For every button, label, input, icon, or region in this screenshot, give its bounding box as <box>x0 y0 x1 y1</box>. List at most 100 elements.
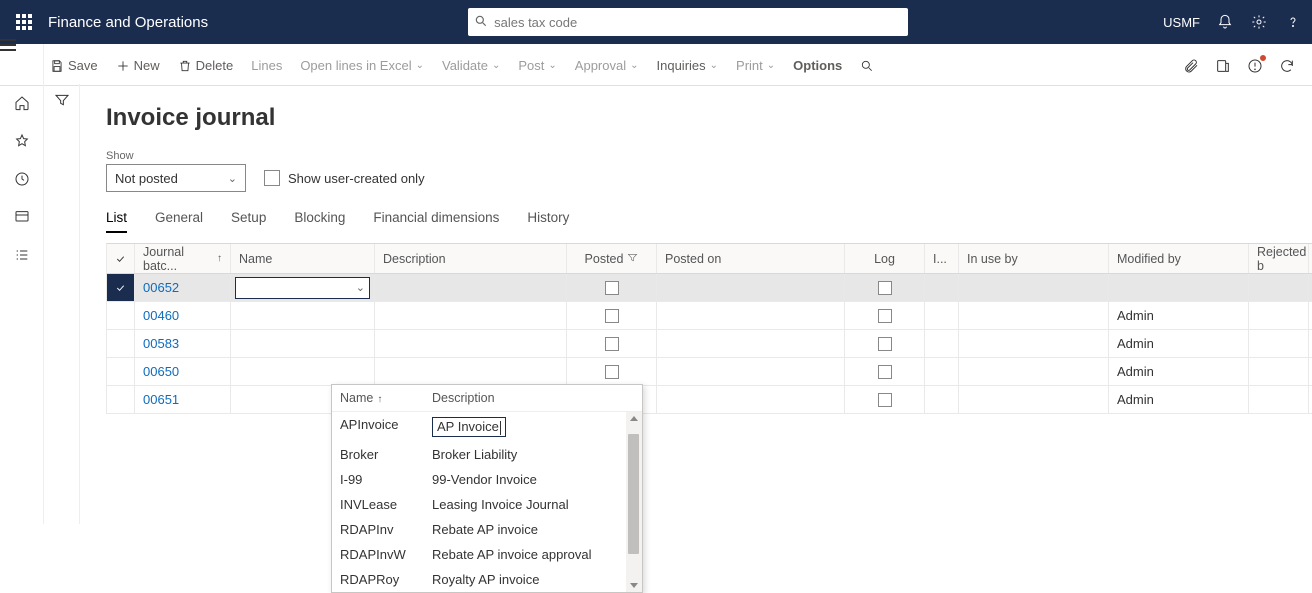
approval-button[interactable]: Approval⌄ <box>575 58 639 73</box>
lookup-scrollbar[interactable] <box>626 412 642 592</box>
cell-description[interactable] <box>375 302 567 329</box>
row-selector[interactable] <box>107 358 135 385</box>
validate-button[interactable]: Validate⌄ <box>442 58 500 73</box>
cell-name[interactable] <box>231 330 375 357</box>
col-rejected-by[interactable]: Rejected b <box>1249 244 1309 273</box>
cell-description[interactable] <box>375 330 567 357</box>
cell-in-use-by[interactable] <box>959 386 1109 413</box>
cell-modified-by[interactable] <box>1109 274 1249 301</box>
cell-name[interactable] <box>231 302 375 329</box>
post-button[interactable]: Post⌄ <box>518 58 556 73</box>
grid-row[interactable]: 00652 ⌄ <box>107 274 1312 302</box>
cell-rejected-by[interactable] <box>1249 302 1309 329</box>
cell-rejected-by[interactable] <box>1249 358 1309 385</box>
lookup-col-name[interactable]: Name↑ <box>340 391 432 405</box>
recent-icon[interactable] <box>13 170 31 188</box>
batch-link[interactable]: 00650 <box>143 364 179 379</box>
star-icon[interactable] <box>13 132 31 150</box>
lookup-option[interactable]: INVLease Leasing Invoice Journal <box>332 492 642 517</box>
cell-i[interactable] <box>925 358 959 385</box>
cell-log[interactable] <box>845 274 925 301</box>
tab-financial-dimensions[interactable]: Financial dimensions <box>373 210 499 233</box>
print-button[interactable]: Print⌄ <box>736 58 775 73</box>
col-journal-batch[interactable]: Journal batc...↑ <box>135 244 231 273</box>
cell-i[interactable] <box>925 386 959 413</box>
col-modified-by[interactable]: Modified by <box>1109 244 1249 273</box>
col-name[interactable]: Name <box>231 244 375 273</box>
col-description[interactable]: Description <box>375 244 567 273</box>
messages-icon[interactable] <box>1246 57 1264 75</box>
cell-posted[interactable] <box>567 330 657 357</box>
lookup-option[interactable]: I-99 99-Vendor Invoice <box>332 467 642 492</box>
cell-log[interactable] <box>845 358 925 385</box>
lookup-option[interactable]: Broker Broker Liability <box>332 442 642 467</box>
cell-in-use-by[interactable] <box>959 358 1109 385</box>
app-launcher-icon[interactable] <box>10 8 38 36</box>
cell-in-use-by[interactable] <box>959 274 1109 301</box>
refresh-icon[interactable] <box>1278 57 1296 75</box>
global-search[interactable]: sales tax code <box>468 8 908 36</box>
col-i[interactable]: I... <box>925 244 959 273</box>
batch-link[interactable]: 00651 <box>143 392 179 407</box>
gear-icon[interactable] <box>1250 13 1268 31</box>
cell-modified-by[interactable]: Admin <box>1109 386 1249 413</box>
grid-row[interactable]: 00650 Admin <box>107 358 1312 386</box>
page-search-icon[interactable] <box>860 59 878 73</box>
cell-posted-on[interactable] <box>657 330 845 357</box>
cell-posted-on[interactable] <box>657 302 845 329</box>
lookup-option[interactable]: RDAPInvW Rebate AP invoice approval <box>332 542 642 567</box>
cell-log[interactable] <box>845 386 925 413</box>
col-log[interactable]: Log <box>845 244 925 273</box>
cell-modified-by[interactable]: Admin <box>1109 358 1249 385</box>
lookup-option[interactable]: RDAPInv Rebate AP invoice <box>332 517 642 542</box>
bell-icon[interactable] <box>1216 13 1234 31</box>
lookup-option[interactable]: RDAPRoy Royalty AP invoice <box>332 567 642 592</box>
col-posted[interactable]: Posted <box>567 244 657 273</box>
batch-link[interactable]: 00583 <box>143 336 179 351</box>
company-code[interactable]: USMF <box>1163 15 1200 30</box>
inquiries-button[interactable]: Inquiries⌄ <box>657 58 719 73</box>
attach-icon[interactable] <box>1182 57 1200 75</box>
cell-modified-by[interactable]: Admin <box>1109 330 1249 357</box>
row-selector[interactable] <box>107 274 135 301</box>
tab-blocking[interactable]: Blocking <box>294 210 345 233</box>
tab-history[interactable]: History <box>527 210 569 233</box>
workspace-icon[interactable] <box>13 208 31 226</box>
cell-in-use-by[interactable] <box>959 330 1109 357</box>
cell-posted-on[interactable] <box>657 274 845 301</box>
options-button[interactable]: Options <box>793 58 842 73</box>
grid-row[interactable]: 00460 Admin <box>107 302 1312 330</box>
lookup-col-description[interactable]: Description <box>432 391 495 405</box>
grid-row[interactable]: 00651 Admin <box>107 386 1312 414</box>
home-icon[interactable] <box>13 94 31 112</box>
cell-rejected-by[interactable] <box>1249 386 1309 413</box>
tab-list[interactable]: List <box>106 210 127 233</box>
cell-posted-on[interactable] <box>657 386 845 413</box>
open-lines-excel-button[interactable]: Open lines in Excel⌄ <box>300 58 424 73</box>
popout-icon[interactable] <box>1214 57 1232 75</box>
scrollbar-thumb[interactable] <box>628 434 639 554</box>
row-selector[interactable] <box>107 302 135 329</box>
cell-rejected-by[interactable] <box>1249 274 1309 301</box>
row-selector[interactable] <box>107 386 135 413</box>
cell-modified-by[interactable]: Admin <box>1109 302 1249 329</box>
cell-i[interactable] <box>925 330 959 357</box>
cell-posted[interactable] <box>567 358 657 385</box>
lookup-option[interactable]: APInvoice AP Invoice <box>332 412 642 442</box>
batch-link[interactable]: 00652 <box>143 280 179 295</box>
help-icon[interactable] <box>1284 13 1302 31</box>
show-filter-select[interactable]: Not posted ⌄ <box>106 164 246 192</box>
col-posted-on[interactable]: Posted on <box>657 244 845 273</box>
cell-name[interactable] <box>231 358 375 385</box>
cell-posted-on[interactable] <box>657 358 845 385</box>
select-all-column[interactable] <box>107 244 135 273</box>
cell-in-use-by[interactable] <box>959 302 1109 329</box>
cell-posted[interactable] <box>567 302 657 329</box>
new-button[interactable]: New <box>116 58 160 73</box>
cell-rejected-by[interactable] <box>1249 330 1309 357</box>
modules-icon[interactable] <box>13 246 31 264</box>
cell-log[interactable] <box>845 330 925 357</box>
cell-log[interactable] <box>845 302 925 329</box>
cell-description[interactable] <box>375 358 567 385</box>
lines-button[interactable]: Lines <box>251 58 282 73</box>
